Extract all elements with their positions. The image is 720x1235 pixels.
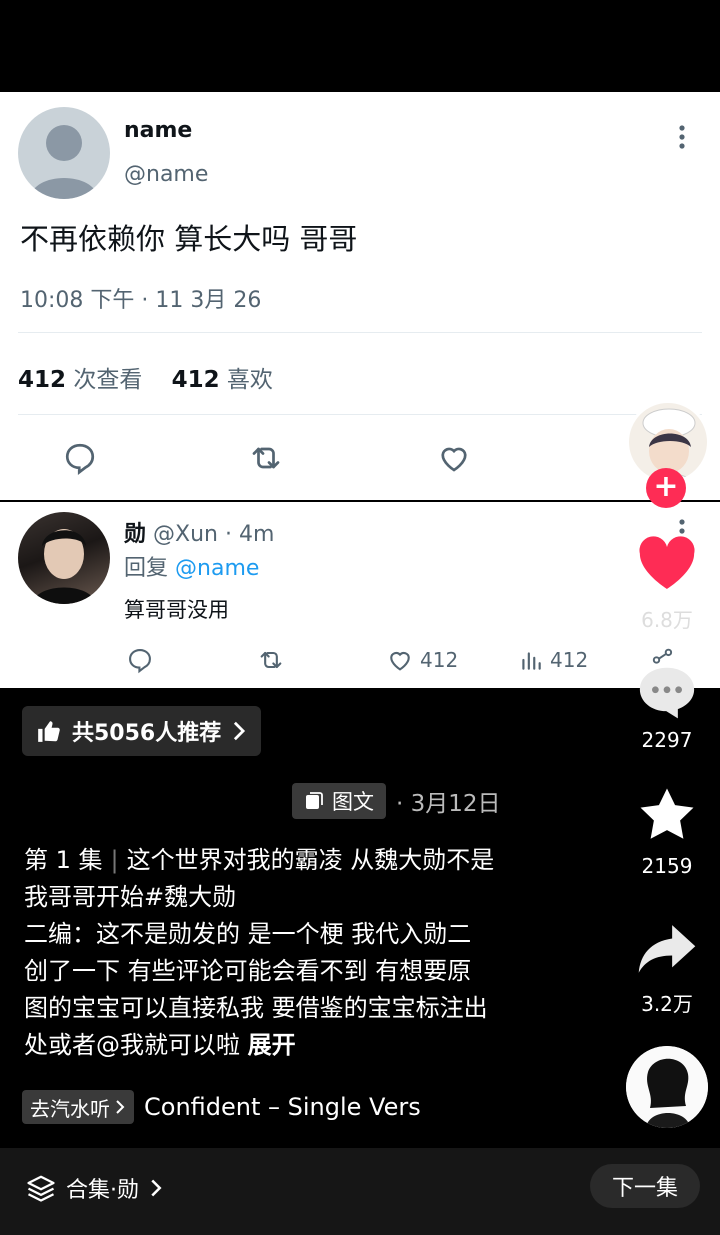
reply-card: 勋 @Xun · 4m 回复 @name 算哥哥没用 412 412 <box>0 502 720 688</box>
like-count: 6.8万 <box>641 608 693 632</box>
desc-line-3: 二编：这不是勋发的 是一个梗 我代入勋二 <box>24 920 472 948</box>
recommend-label: 共5056人推荐 <box>72 721 222 746</box>
desc-line-5: 图的宝宝可以直接私我 要借鉴的宝宝标注出 <box>24 994 488 1022</box>
collection-label: 合集·勋 <box>66 1178 139 1203</box>
thumbs-up-icon <box>38 721 60 742</box>
tweet-author-name[interactable]: name <box>124 118 192 143</box>
desc-line-2: 我哥哥开始#魏大勋 <box>24 883 237 911</box>
reply-text: 算哥哥没用 <box>124 598 229 622</box>
star-icon[interactable] <box>636 786 698 844</box>
reply-prefix: 回复 <box>124 556 169 581</box>
reply-to-line: 回复 @name <box>124 550 259 582</box>
heart-icon[interactable] <box>636 534 698 592</box>
next-episode-button[interactable]: 下一集 <box>590 1164 700 1208</box>
tweet-timestamp: 10:08 下午 · 11 3月 26 <box>20 288 262 313</box>
post-date: · 3月12日 <box>396 791 501 817</box>
reply-like-button[interactable]: 412 <box>386 646 458 674</box>
music-disc-icon[interactable] <box>626 1046 708 1128</box>
collection-link[interactable]: 合集·勋 <box>26 1172 163 1204</box>
tweet-author-handle[interactable]: @name <box>124 162 208 187</box>
comment-count: 2297 <box>641 728 693 752</box>
comment-icon[interactable] <box>636 662 698 720</box>
more-options-icon[interactable] <box>672 122 692 152</box>
share-count: 3.2万 <box>641 992 693 1016</box>
chevron-right-icon <box>116 1100 125 1114</box>
layers-icon <box>27 1175 55 1202</box>
analytics-icon <box>522 652 541 670</box>
post-type-label: 图文 <box>332 790 374 814</box>
like-icon[interactable] <box>436 440 472 476</box>
reply-author-name[interactable]: 勋 <box>124 522 146 547</box>
heart-icon <box>390 651 410 671</box>
reply-author[interactable]: 勋 @Xun · 4m <box>124 516 274 548</box>
open-in-music-app-button[interactable]: 去汽水听 <box>22 1090 134 1124</box>
follow-plus-button[interactable]: + <box>646 468 686 508</box>
reply-icon[interactable] <box>62 440 98 476</box>
post-tag-row: 图文 · 3月12日 <box>292 783 501 819</box>
collection-bar: 合集·勋 下一集 <box>0 1148 720 1235</box>
expand-button[interactable]: 展开 <box>248 1031 296 1059</box>
desc-line-6: 处或者@我就可以啦 <box>24 1031 240 1059</box>
tweet-card: name @name 不再依赖你 算长大吗 哥哥 10:08 下午 · 11 3… <box>0 92 720 500</box>
reply-author-handle[interactable]: @Xun · 4m <box>153 522 274 547</box>
chevron-right-icon <box>151 1179 162 1197</box>
reply-comment-icon[interactable] <box>126 646 154 674</box>
post-type-tag: 图文 <box>292 783 386 819</box>
music-button-label: 去汽水听 <box>30 1096 110 1121</box>
gallery-icon <box>306 792 323 809</box>
reply-views-count: 412 <box>550 648 589 672</box>
tweet-text: 不再依赖你 算长大吗 哥哥 <box>20 222 358 256</box>
desc-line-1: 这个世界对我的霸凌 从魏大勋不是 <box>126 846 495 874</box>
reply-views-button[interactable]: 412 <box>518 646 588 674</box>
views-label: 次查看 <box>73 367 143 393</box>
song-title[interactable]: Confident – Single Vers <box>144 1093 440 1121</box>
avatar[interactable] <box>18 107 110 199</box>
reply-avatar[interactable] <box>18 512 110 604</box>
likes-count[interactable]: 412 <box>172 367 220 393</box>
post-description: 第 1 集 | 这个世界对我的霸凌 从魏大勋不是 我哥哥开始#魏大勋 二编：这不是勋… <box>24 842 564 1064</box>
reply-to-link[interactable]: @name <box>175 556 259 581</box>
desc-line-4: 创了一下 有些评论可能会看不到 有想要原 <box>24 957 472 985</box>
likes-label[interactable]: 喜欢 <box>227 367 273 393</box>
episode-label[interactable]: 第 1 集 <box>24 846 103 874</box>
retweet-icon[interactable] <box>248 440 284 476</box>
recommend-pill[interactable]: 共5056人推荐 <box>22 706 262 756</box>
music-row: 去汽水听 Confident – Single Vers <box>22 1090 440 1124</box>
reply-retweet-icon[interactable] <box>256 646 286 674</box>
chevron-right-icon <box>234 721 246 741</box>
views-count: 412 <box>18 367 67 393</box>
divider <box>18 414 702 415</box>
share-icon[interactable] <box>636 920 698 974</box>
reply-like-count: 412 <box>420 648 459 672</box>
separator: | <box>110 846 119 874</box>
divider <box>18 332 702 333</box>
tweet-stats: 412 次查看 412 喜欢 <box>18 360 273 394</box>
favorite-count: 2159 <box>641 854 693 878</box>
